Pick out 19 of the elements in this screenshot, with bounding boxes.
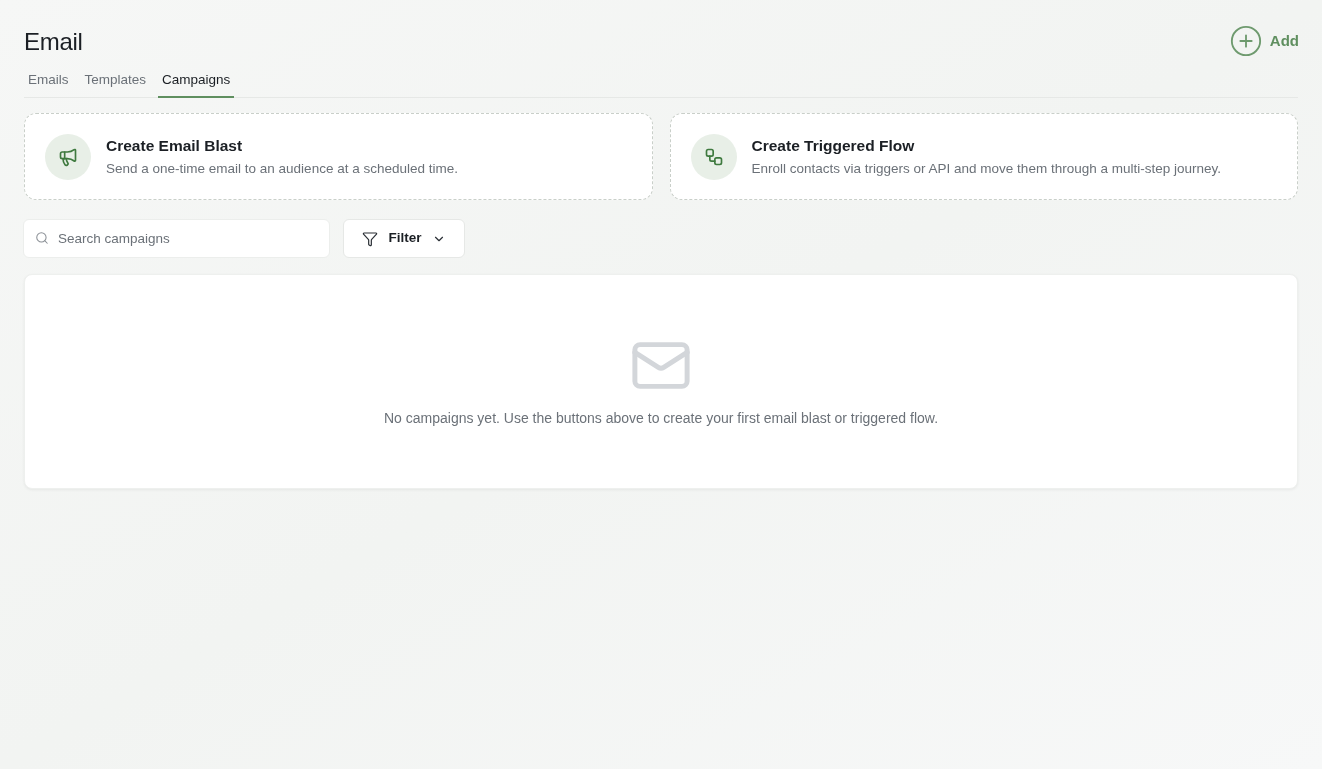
empty-state-message: No campaigns yet. Use the buttons above to create your first email blast or triggered flow.	[383, 410, 939, 427]
workflow-icon	[703, 146, 724, 167]
search-field[interactable]: Search campaigns	[23, 219, 330, 258]
megaphone-icon	[58, 146, 78, 167]
card-description: Enroll contacts via triggers or API and move them through a multi-step journey.	[751, 160, 1221, 177]
card-description: Send a one-time email to an audience at a scheduled time.	[106, 160, 458, 177]
mail-icon	[632, 342, 690, 389]
action-card[interactable]: Create Email Blast Send a one-time email to an audience at a scheduled time.	[24, 113, 653, 200]
tab[interactable]: Emails	[24, 71, 73, 98]
search-icon	[35, 231, 49, 245]
card-title: Create Triggered Flow	[751, 136, 916, 155]
plus-circle-icon	[1228, 24, 1263, 58]
action-card[interactable]: Create Triggered Flow Enroll contacts via triggers or API and move them through a multi-step journey.	[669, 113, 1298, 200]
card-title: Create Email Blast	[106, 136, 244, 155]
tab[interactable]: Templates	[80, 71, 151, 98]
filter-icon	[362, 230, 379, 247]
filter-button[interactable]: Filter	[343, 219, 465, 258]
page-title: Email	[24, 27, 83, 57]
tab[interactable]: Campaigns	[158, 71, 235, 98]
